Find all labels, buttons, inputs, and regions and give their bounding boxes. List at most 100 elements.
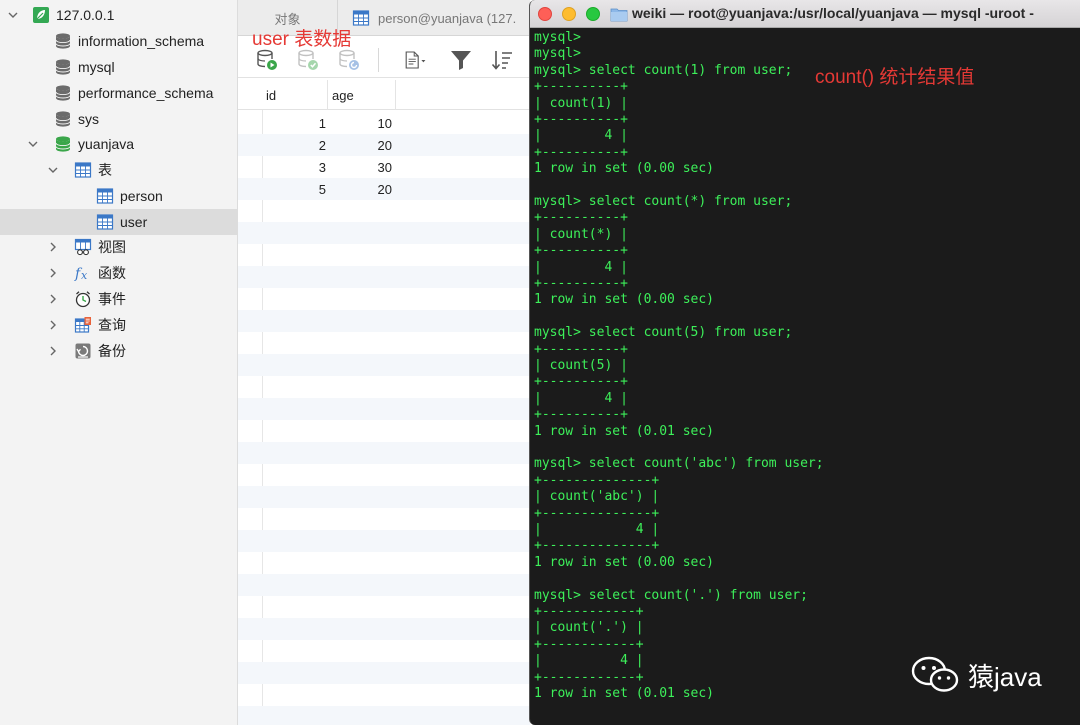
terminal-output[interactable]: count() 统计结果值 mysql> mysql> mysql> select … <box>530 28 1080 725</box>
close-window-button[interactable] <box>538 7 552 21</box>
table-grid-icon <box>96 187 114 205</box>
terminal-line: +----------+ <box>534 243 628 259</box>
cell-age[interactable]: 20 <box>328 134 392 156</box>
terminal-line: +------------+ <box>534 604 644 619</box>
empty-row <box>238 376 530 398</box>
chevron-down-icon[interactable] <box>26 137 40 151</box>
empty-row <box>238 310 530 332</box>
terminal-line: | 4 | <box>534 128 628 144</box>
tree-item-tables-folder[interactable]: 表 <box>0 157 238 183</box>
text-view-icon[interactable] <box>398 47 432 73</box>
tree-item-views[interactable]: 视图 <box>0 234 238 260</box>
empty-row <box>238 420 530 442</box>
tree-item-functions[interactable]: fx 函数 <box>0 260 238 286</box>
watermark-text: 猿java <box>968 661 1042 692</box>
tree-item-queries[interactable]: 查询 <box>0 312 238 338</box>
tree-item-connection[interactable]: 127.0.0.1 <box>0 2 238 28</box>
cell-id[interactable]: 1 <box>262 112 326 134</box>
terminal-line: +----------+ <box>534 374 628 390</box>
empty-row <box>238 200 530 222</box>
terminal-line: 1 row in set (0.01 sec) <box>534 423 715 439</box>
cell-age[interactable]: 30 <box>328 156 392 178</box>
group-label: 函数 <box>98 265 126 281</box>
table-row[interactable]: 3 30 <box>238 156 530 178</box>
cell-id[interactable]: 2 <box>262 134 326 156</box>
empty-row <box>238 662 530 684</box>
database-label: mysql <box>78 59 115 75</box>
terminal-line: | count(5) | <box>534 358 628 373</box>
terminal-line: 1 row in set (0.00 sec) <box>534 161 715 177</box>
sort-icon[interactable] <box>489 47 515 73</box>
table-data-pane: 对象 person@yuanjava (127. user 表数据 id age… <box>238 0 530 725</box>
database-label: performance_schema <box>78 85 214 101</box>
terminal-window[interactable]: weiki — root@yuanjava:/usr/local/yuanjav… <box>529 0 1080 725</box>
cell-age[interactable]: 10 <box>328 112 392 134</box>
group-label: 事件 <box>98 291 126 307</box>
database-icon <box>54 58 72 76</box>
database-icon <box>54 110 72 128</box>
terminal-line: mysql> select count('abc') from user; <box>534 456 824 472</box>
table-row[interactable]: 2 20 <box>238 134 530 156</box>
table-row[interactable]: 5 20 <box>238 178 530 200</box>
zoom-window-button[interactable] <box>586 7 600 21</box>
tables-folder-label: 表 <box>98 162 112 178</box>
chevron-right-icon[interactable] <box>46 318 60 332</box>
chevron-right-icon[interactable] <box>46 292 60 306</box>
table-grid-icon <box>96 213 114 231</box>
tree-item-table-person[interactable]: person <box>0 183 238 209</box>
begin-transaction-icon[interactable] <box>254 47 280 73</box>
column-header-id[interactable]: id <box>262 80 328 110</box>
empty-row <box>238 398 530 420</box>
terminal-line: | count(1) | <box>534 95 628 111</box>
empty-row <box>238 288 530 310</box>
terminal-line: +------------+ <box>534 636 644 652</box>
cell-id[interactable]: 5 <box>262 178 326 200</box>
minimize-window-button[interactable] <box>562 7 576 21</box>
tree-item-db-performance-schema[interactable]: performance_schema <box>0 80 238 106</box>
terminal-title-bar[interactable]: weiki — root@yuanjava:/usr/local/yuanjav… <box>530 0 1080 28</box>
terminal-line: 1 row in set (0.01 sec) <box>534 686 715 701</box>
table-grid-icon <box>74 161 92 179</box>
terminal-line: +----------+ <box>534 79 628 95</box>
grid-toolbar <box>238 40 530 78</box>
empty-row <box>238 508 530 530</box>
database-icon <box>54 84 72 102</box>
empty-row <box>238 442 530 464</box>
terminal-line: mysql> select count('.') from user; <box>534 587 808 603</box>
empty-row <box>238 354 530 376</box>
tree-item-db-sys[interactable]: sys <box>0 106 238 132</box>
chevron-down-icon[interactable] <box>6 8 20 22</box>
table-row[interactable]: 1 10 <box>238 112 530 134</box>
cell-age[interactable]: 20 <box>328 178 392 200</box>
empty-row <box>238 486 530 508</box>
connection-label: 127.0.0.1 <box>56 7 115 23</box>
terminal-line: +--------------+ <box>534 505 660 521</box>
tree-item-db-mysql[interactable]: mysql <box>0 54 238 80</box>
tree-item-db-information-schema[interactable]: information_schema <box>0 28 238 54</box>
chevron-right-icon[interactable] <box>46 344 60 358</box>
chevron-right-icon[interactable] <box>46 240 60 254</box>
empty-row <box>238 332 530 354</box>
terminal-line: mysql> <box>534 46 581 62</box>
chevron-right-icon[interactable] <box>46 266 60 280</box>
terminal-line: +----------+ <box>534 112 628 127</box>
terminal-line: 1 row in set (0.00 sec) <box>534 292 715 308</box>
empty-row <box>238 596 530 618</box>
terminal-line: | 4 | <box>534 522 660 537</box>
rollback-transaction-icon[interactable] <box>336 47 362 73</box>
database-active-icon <box>54 135 72 153</box>
terminal-line: +----------+ <box>534 210 628 226</box>
commit-transaction-icon[interactable] <box>295 47 321 73</box>
filter-icon[interactable] <box>448 47 474 73</box>
chevron-down-icon[interactable] <box>46 163 60 177</box>
column-header-age[interactable]: age <box>328 80 396 110</box>
tree-item-db-yuanjava[interactable]: yuanjava <box>0 131 238 157</box>
tab-person-table[interactable]: person@yuanjava (127. <box>352 0 552 36</box>
tree-item-table-user[interactable]: user <box>0 209 238 235</box>
empty-row <box>238 552 530 574</box>
cell-id[interactable]: 3 <box>262 156 326 178</box>
empty-row <box>238 684 530 706</box>
terminal-line: +----------+ <box>534 407 628 423</box>
tree-item-backups[interactable]: 备份 <box>0 338 238 364</box>
tree-item-events[interactable]: 事件 <box>0 286 238 312</box>
